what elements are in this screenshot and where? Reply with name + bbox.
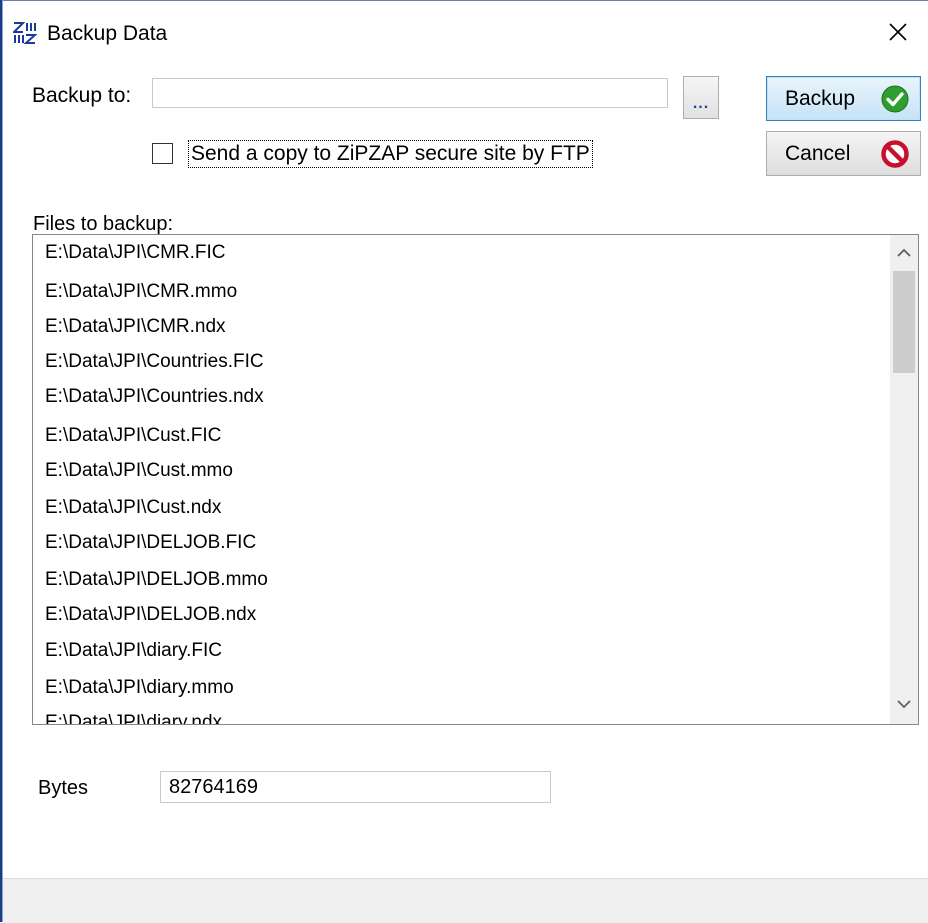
list-item[interactable]: E:\Data\JPI\Countries.FIC	[45, 351, 264, 373]
window-left-border-highlight	[2, 0, 3, 922]
ftp-checkbox-label[interactable]: Send a copy to ZiPZAP secure site by FTP	[188, 140, 593, 168]
cancel-button-label: Cancel	[785, 142, 851, 165]
backup-to-label: Backup to:	[32, 84, 132, 107]
bytes-field	[160, 771, 551, 803]
backup-button-label: Backup	[785, 87, 856, 110]
backup-button[interactable]: Backup	[766, 76, 921, 121]
chevron-up-icon	[897, 245, 911, 263]
close-button[interactable]	[875, 13, 921, 55]
cancel-button[interactable]: Cancel	[766, 131, 921, 176]
list-item[interactable]: E:\Data\JPI\Countries.ndx	[45, 386, 264, 408]
browse-button[interactable]: ...	[683, 76, 719, 119]
check-circle-icon	[880, 84, 910, 114]
list-item[interactable]: E:\Data\JPI\Cust.mmo	[45, 460, 233, 482]
list-item[interactable]: E:\Data\JPI\diary.ndx	[45, 712, 222, 724]
scroll-up-button[interactable]	[890, 237, 918, 271]
list-item[interactable]: E:\Data\JPI\DELJOB.ndx	[45, 604, 256, 626]
list-item[interactable]: E:\Data\JPI\diary.FIC	[45, 640, 222, 662]
list-item[interactable]: E:\Data\JPI\diary.mmo	[45, 677, 234, 699]
ftp-checkbox[interactable]	[152, 143, 173, 164]
backup-path-input[interactable]	[152, 78, 668, 108]
vertical-scrollbar[interactable]	[890, 235, 918, 724]
list-item[interactable]: E:\Data\JPI\Cust.ndx	[45, 497, 221, 519]
list-item[interactable]: E:\Data\JPI\CMR.mmo	[45, 281, 237, 303]
files-listbox[interactable]: E:\Data\JPI\CMR.FIC E:\Data\JPI\CMR.mmo …	[32, 234, 919, 725]
files-list-items: E:\Data\JPI\CMR.FIC E:\Data\JPI\CMR.mmo …	[33, 235, 891, 724]
scroll-down-button[interactable]	[890, 688, 918, 722]
list-item[interactable]: E:\Data\JPI\CMR.FIC	[45, 242, 226, 264]
bytes-label: Bytes	[38, 777, 89, 799]
browse-ellipsis: ...	[692, 95, 710, 112]
list-item[interactable]: E:\Data\JPI\DELJOB.mmo	[45, 569, 268, 591]
list-item[interactable]: E:\Data\JPI\Cust.FIC	[45, 425, 221, 447]
no-entry-icon	[880, 139, 910, 169]
list-item[interactable]: E:\Data\JPI\DELJOB.FIC	[45, 532, 256, 554]
window-title: Backup Data	[47, 22, 168, 45]
close-icon	[888, 22, 908, 47]
status-bar	[3, 878, 928, 923]
zipzap-logo-icon	[11, 21, 38, 45]
chevron-down-icon	[897, 696, 911, 714]
scrollbar-thumb[interactable]	[893, 271, 915, 373]
title-bar[interactable]: Backup Data	[3, 1, 928, 73]
list-item[interactable]: E:\Data\JPI\CMR.ndx	[45, 316, 226, 338]
